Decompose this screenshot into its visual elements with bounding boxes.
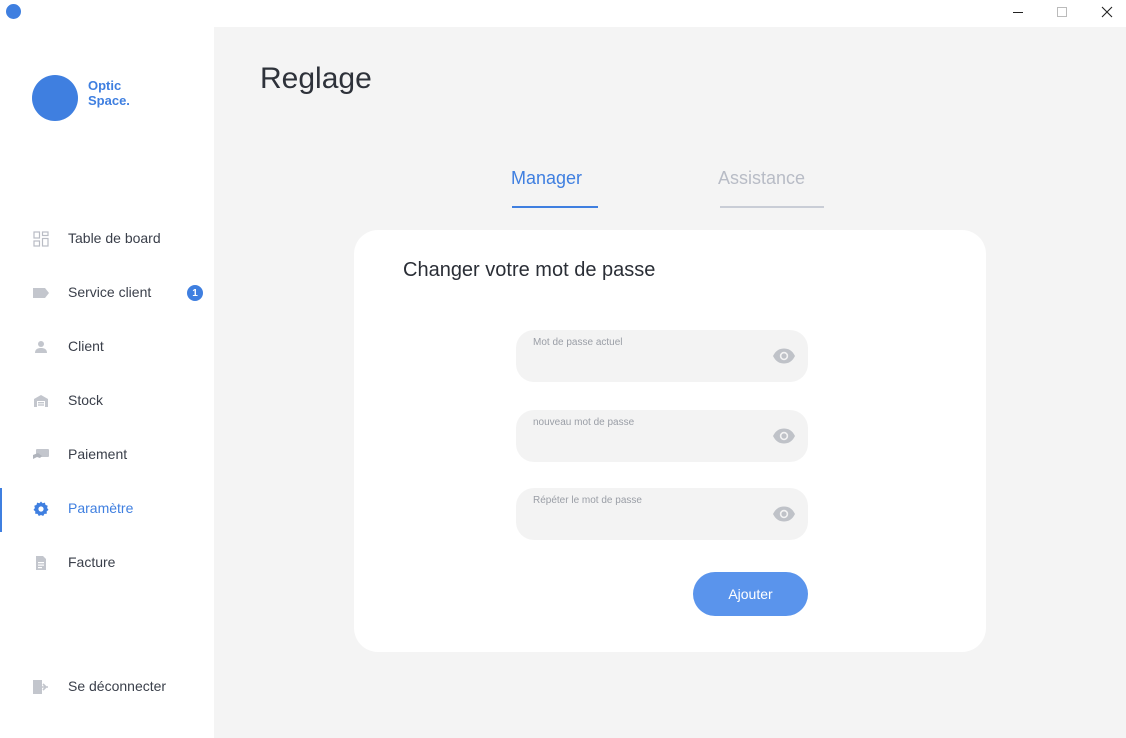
sidebar-item-table-de-board[interactable]: Table de board <box>0 218 214 258</box>
page-title: Reglage <box>260 62 372 95</box>
logout-label: Se déconnecter <box>68 678 167 694</box>
sidebar-item-label: Facture <box>68 554 116 570</box>
field-label: Mot de passe actuel <box>533 337 623 348</box>
sidebar-item-label: Paramètre <box>68 500 134 516</box>
add-button[interactable]: Ajouter <box>693 572 808 616</box>
sidebar-item-label: Client <box>68 338 104 354</box>
sidebar-item-client[interactable]: Client <box>0 326 214 366</box>
title-bar <box>0 0 1126 27</box>
sidebar-item-parametre[interactable]: Paramètre <box>0 488 214 532</box>
minimize-icon <box>1013 12 1023 13</box>
brand-name-line2: Space. <box>88 93 130 108</box>
dashboard-icon <box>32 230 50 248</box>
maximize-button[interactable] <box>1039 0 1085 24</box>
gear-icon <box>32 500 50 518</box>
eye-icon[interactable] <box>772 505 796 523</box>
sidebar-item-label: Table de board <box>68 230 161 246</box>
tab-assistance-underline <box>720 206 824 208</box>
main-content: Reglage Manager Assistance Changer votre… <box>214 27 1126 738</box>
current-password-input[interactable] <box>532 352 762 374</box>
tab-manager-underline <box>512 206 598 208</box>
field-label: nouveau mot de passe <box>533 417 635 428</box>
brand-name-line1: Optic <box>88 78 122 93</box>
sidebar-item-label: Stock <box>68 392 104 408</box>
minimize-button[interactable] <box>995 0 1041 24</box>
sidebar-item-label: Paiement <box>68 446 128 462</box>
warehouse-icon <box>32 392 50 410</box>
logout-icon <box>32 678 50 696</box>
close-icon <box>1101 6 1113 18</box>
repeat-password-input[interactable] <box>532 510 762 532</box>
field-label: Répéter le mot de passe <box>533 495 642 506</box>
sidebar: Optic Space. Table de board Service clie… <box>0 27 214 738</box>
new-password-input[interactable] <box>532 432 762 454</box>
brand-logo <box>32 75 78 121</box>
repeat-password-field[interactable]: Répéter le mot de passe <box>516 488 808 540</box>
eye-icon[interactable] <box>772 427 796 445</box>
notification-badge: 1 <box>187 285 203 301</box>
new-password-field[interactable]: nouveau mot de passe <box>516 410 808 462</box>
invoice-icon <box>32 554 50 572</box>
app-icon <box>6 4 21 19</box>
current-password-field[interactable]: Mot de passe actuel <box>516 330 808 382</box>
eye-icon[interactable] <box>772 347 796 365</box>
close-button[interactable] <box>1084 0 1126 24</box>
sidebar-item-paiement[interactable]: Paiement <box>0 434 214 474</box>
password-card: Changer votre mot de passe Mot de passe … <box>354 230 986 652</box>
sidebar-item-facture[interactable]: Facture <box>0 542 214 582</box>
sidebar-item-label: Service client <box>68 284 152 300</box>
brand-name: Optic Space. <box>88 78 130 108</box>
sidebar-item-service-client[interactable]: Service client 1 <box>0 272 214 312</box>
card-title: Changer votre mot de passe <box>403 259 656 281</box>
logout-button[interactable]: Se déconnecter <box>0 666 214 706</box>
tag-icon <box>32 284 50 302</box>
tab-manager[interactable]: Manager <box>511 168 582 189</box>
payment-icon <box>32 446 50 464</box>
maximize-icon <box>1057 7 1067 17</box>
tab-assistance[interactable]: Assistance <box>718 168 805 189</box>
sidebar-item-stock[interactable]: Stock <box>0 380 214 420</box>
person-icon <box>32 338 50 356</box>
